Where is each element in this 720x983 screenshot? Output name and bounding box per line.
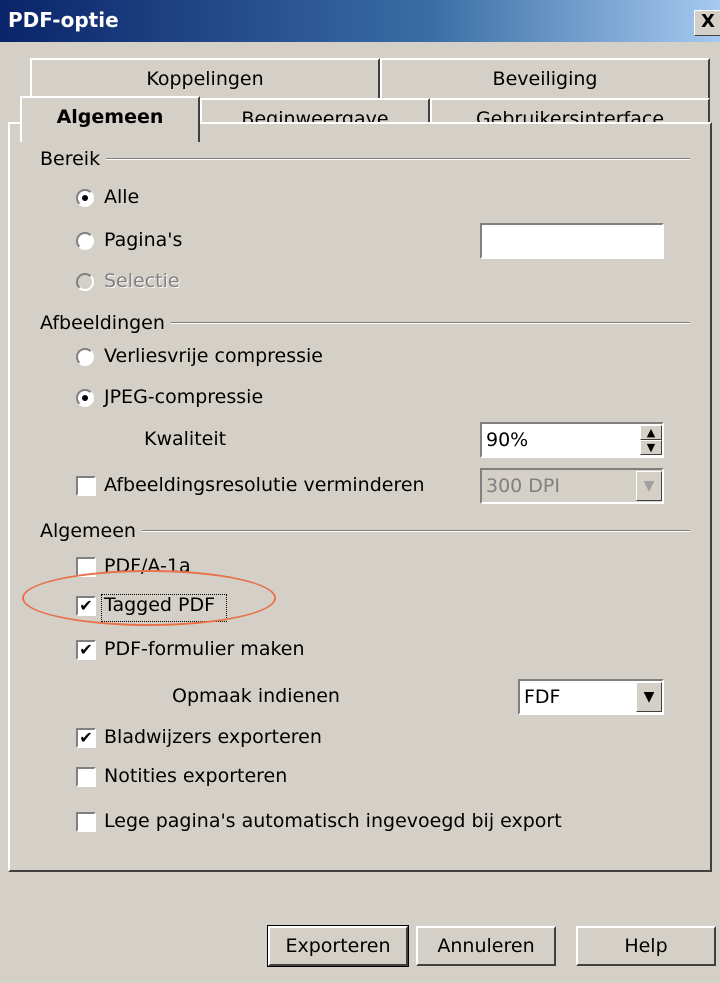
checkbox-create-form[interactable]: ✔ <box>76 640 96 660</box>
tab-koppelingen[interactable]: Koppelingen <box>30 58 380 98</box>
resolution-value: 300 DPI <box>486 475 560 497</box>
tab-beveiliging[interactable]: Beveiliging <box>380 58 710 98</box>
pages-input[interactable] <box>480 223 664 259</box>
submit-format-value: FDF <box>524 686 561 708</box>
window-title: PDF-optie <box>8 8 119 32</box>
cancel-button-label: Annuleren <box>437 935 535 957</box>
radio-dot <box>82 395 88 401</box>
radio-pages-label: Pagina's <box>104 229 183 251</box>
export-button-label: Exporteren <box>285 935 391 957</box>
check-icon: ✔ <box>79 728 93 747</box>
pdf-options-dialog: PDF-optie X Koppelingen Beveiliging Alge… <box>0 0 720 983</box>
create-form-label: PDF-formulier maken <box>104 638 305 660</box>
radio-selection <box>76 273 94 291</box>
checkbox-empty-pages[interactable] <box>76 812 96 832</box>
reduce-resolution-label: Afbeeldingsresolutie verminderen <box>104 474 425 496</box>
spin-down-button[interactable]: ▼ <box>640 440 662 455</box>
annotation-ellipse <box>22 570 276 626</box>
quality-value: 90% <box>486 429 529 451</box>
resolution-dropdown-button: ▼ <box>636 471 662 501</box>
help-button[interactable]: Help <box>576 926 716 966</box>
group-divider <box>40 158 690 160</box>
cancel-button[interactable]: Annuleren <box>416 926 556 966</box>
chevron-down-icon: ▼ <box>643 478 655 494</box>
quality-label: Kwaliteit <box>144 428 227 450</box>
radio-dot <box>82 195 88 201</box>
tab-label: Koppelingen <box>146 68 264 90</box>
bookmarks-label: Bladwijzers exporteren <box>104 726 322 748</box>
radio-selection-label: Selectie <box>104 270 180 292</box>
notes-label: Notities exporteren <box>104 765 288 787</box>
group-label-bereik: Bereik <box>40 148 107 170</box>
close-icon: X <box>701 11 715 32</box>
group-label-afbeeldingen: Afbeeldingen <box>40 312 171 334</box>
radio-pages[interactable] <box>76 232 94 250</box>
radio-all-label: Alle <box>104 186 140 208</box>
submit-format-dropdown-button[interactable]: ▼ <box>636 682 662 712</box>
check-icon: ✔ <box>79 640 93 659</box>
submit-format-label: Opmaak indienen <box>172 685 340 707</box>
close-button[interactable]: X <box>694 10 720 36</box>
tab-label: Beveiliging <box>492 68 598 90</box>
tab-algemeen[interactable]: Algemeen <box>20 96 200 142</box>
radio-jpeg[interactable] <box>76 389 94 407</box>
checkbox-bookmarks[interactable]: ✔ <box>76 728 96 748</box>
radio-jpeg-label: JPEG-compressie <box>104 386 264 408</box>
tab-label: Algemeen <box>56 106 164 128</box>
help-button-label: Help <box>624 935 668 957</box>
empty-pages-label: Lege pagina's automatisch ingevoegd bij … <box>104 810 562 832</box>
export-button[interactable]: Exporteren <box>267 925 409 967</box>
chevron-down-icon: ▼ <box>643 689 655 705</box>
spin-up-button[interactable]: ▲ <box>640 425 662 440</box>
spin-down-icon: ▼ <box>646 441 656 454</box>
spin-up-icon: ▲ <box>646 426 656 439</box>
group-label-algemeen: Algemeen <box>40 520 142 542</box>
quality-spinbox[interactable]: 90% <box>480 422 664 458</box>
checkbox-reduce-resolution[interactable] <box>76 476 96 496</box>
title-bar[interactable]: PDF-optie <box>0 0 720 42</box>
radio-lossless[interactable] <box>76 348 94 366</box>
radio-lossless-label: Verliesvrije compressie <box>104 345 324 367</box>
checkbox-notes[interactable] <box>76 767 96 787</box>
radio-all[interactable] <box>76 189 94 207</box>
